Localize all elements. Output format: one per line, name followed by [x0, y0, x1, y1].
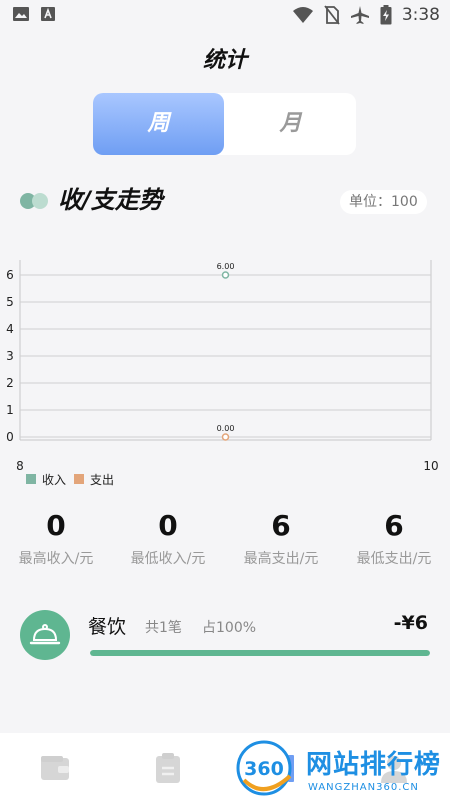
- category-progress-bar: [90, 650, 430, 656]
- status-bar: 3:38: [0, 0, 450, 32]
- stat-label: 最低收入/元: [130, 551, 206, 567]
- unit-label: 单位：100: [340, 190, 427, 214]
- data-point: [221, 271, 230, 279]
- legend-swatch: [26, 474, 36, 484]
- watermark-360-logo-icon: 360: [236, 740, 292, 796]
- y-tick-label: 1: [6, 403, 14, 417]
- y-tick-label: 3: [6, 349, 14, 363]
- stat-min-expense: 6 最低支出/元: [338, 508, 450, 568]
- stat-label: 最高收入/元: [18, 551, 94, 567]
- stat-label: 最高支出/元: [243, 551, 319, 567]
- tab-month[interactable]: 月: [225, 93, 356, 155]
- category-percent: 占100%: [202, 620, 257, 636]
- stat-value: 0: [158, 509, 178, 542]
- legend-label: 支出: [90, 473, 114, 487]
- trend-title: 收/支走势: [58, 186, 163, 214]
- legend-swatch: [74, 474, 84, 484]
- nav-wallet[interactable]: [38, 751, 72, 785]
- category-item-dining[interactable]: 餐饮 共1笔 占100% -¥6: [20, 608, 430, 660]
- image-icon: [13, 7, 29, 21]
- y-tick-label: 6: [6, 268, 14, 282]
- data-label: 0.00: [217, 424, 235, 433]
- category-icon-bg: [20, 610, 70, 660]
- category-count: 共1笔: [145, 620, 182, 636]
- nav-records[interactable]: [151, 751, 185, 785]
- stat-value: 6: [271, 509, 291, 542]
- trend-dots-icon: [20, 193, 50, 209]
- category-amount: -¥6: [393, 612, 428, 634]
- y-tick-label: 2: [6, 376, 14, 390]
- y-tick-label: 5: [6, 295, 14, 309]
- stat-value: 0: [46, 509, 66, 542]
- legend-label: 收入: [42, 473, 66, 487]
- watermark-subtext: WANGZHAN360.CN: [308, 782, 419, 793]
- stat-label: 最低支出/元: [356, 551, 432, 567]
- stats-row: 0 最高收入/元 0 最低收入/元 6 最高支出/元 6 最低支出/元: [0, 508, 450, 568]
- stat-max-expense: 6 最高支出/元: [225, 508, 337, 568]
- airplane-icon: [350, 6, 369, 24]
- wifi-icon: [292, 7, 313, 23]
- stat-max-income: 0 最高收入/元: [0, 508, 112, 568]
- watermark-text: 网站排行榜: [306, 750, 442, 780]
- period-toggle: 周 月: [93, 93, 356, 155]
- wallet-icon: [41, 756, 69, 780]
- watermark-badge: 360: [244, 758, 284, 780]
- trend-chart: 0 1 2 3 4 5 6 8 10 6.00 0.00 收入 支出: [6, 260, 439, 487]
- x-tick-label: 8: [16, 459, 24, 473]
- stat-min-income: 0 最低收入/元: [112, 508, 224, 568]
- status-time: 3:38: [401, 5, 440, 25]
- no-sim-icon: [324, 5, 340, 25]
- clipboard-icon: [156, 753, 180, 783]
- battery-charging-icon: [380, 5, 392, 25]
- data-point: [221, 433, 230, 441]
- food-cloche-icon: [29, 624, 61, 645]
- y-tick-label: 4: [6, 322, 14, 336]
- category-progress-fill: [90, 650, 430, 656]
- a-badge-icon: [41, 7, 55, 21]
- y-tick-label: 0: [6, 430, 14, 444]
- page-title: 统计: [202, 48, 247, 73]
- watermark: 360 网站排行榜 WANGZHAN360.CN: [234, 738, 450, 800]
- tab-week[interactable]: 周: [93, 93, 224, 155]
- x-tick-label: 10: [423, 459, 438, 473]
- data-label: 6.00: [217, 262, 235, 271]
- category-name: 餐饮: [88, 616, 127, 638]
- stat-value: 6: [384, 509, 404, 542]
